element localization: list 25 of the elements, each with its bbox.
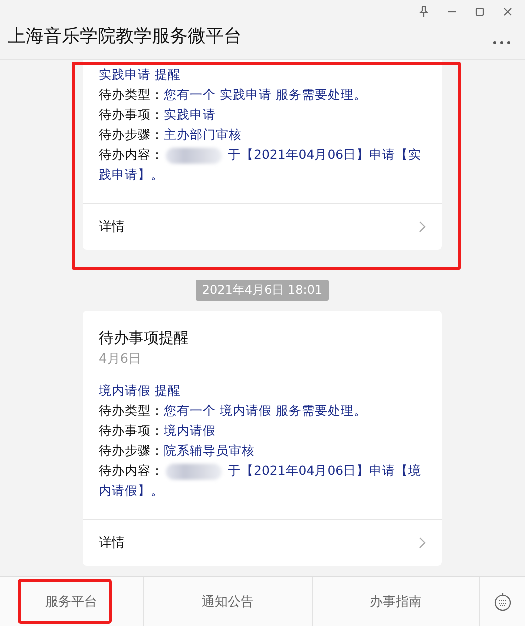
details-link[interactable]: 详情 — [99, 534, 125, 552]
pin-icon[interactable] — [419, 6, 429, 18]
todo-line: 待办内容： 于【2021年04月06日】申请【境内请假】。 — [99, 462, 423, 500]
maximize-icon[interactable] — [475, 6, 485, 18]
todo-line: 待办步骤：院系辅导员审核 — [99, 442, 256, 460]
todo-heading: 实践申请 提醒 — [99, 66, 182, 84]
todo-line: 待办类型：您有一个 实践申请 服务需要处理。 — [99, 86, 368, 104]
menu-tab[interactable]: 办事指南 — [313, 577, 480, 626]
chevron-icon — [419, 537, 426, 549]
todo-line: 待办步骤：主办部门审核 — [99, 126, 243, 144]
card-date: 4月6日 — [99, 351, 143, 369]
todo-line: 待办事项：境内请假 — [99, 422, 217, 440]
menu-tab[interactable]: 通知公告 — [144, 577, 313, 626]
todo-line: 待办事项：实践申请 — [99, 106, 217, 124]
message-time: 2021年4月6日 18:01 — [196, 280, 329, 301]
todo-line: 待办类型：您有一个 境内请假 服务需要处理。 — [99, 402, 368, 420]
more-icon[interactable] — [493, 41, 511, 45]
todo-heading: 境内请假 提醒 — [99, 382, 182, 400]
window-title: 上海音乐学院教学服务微平台 — [8, 25, 242, 48]
chevron-icon — [419, 221, 426, 233]
card-title: 待办事项提醒 — [99, 328, 190, 349]
details-link[interactable]: 详情 — [99, 218, 125, 236]
todo-line: 待办内容： 于【2021年04月06日】申请【实践申请】。 — [99, 146, 423, 184]
close-icon[interactable] — [503, 6, 513, 18]
menu-tab[interactable]: 服务平台 — [0, 577, 144, 626]
